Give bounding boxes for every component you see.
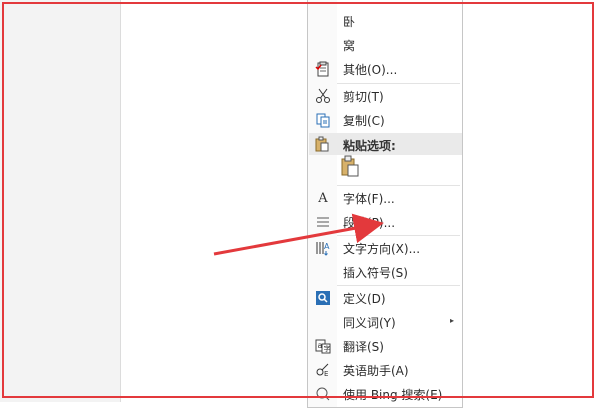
menu-item-label: 同义词(Y) xyxy=(343,316,396,330)
menu-item-label: 复制(C) xyxy=(343,114,385,128)
menu-item-label: 英语助手(A) xyxy=(343,364,409,378)
menu-item-label: 使用 Bing 搜索(E) xyxy=(343,388,443,402)
menu-item-label: 窝 xyxy=(343,39,356,53)
menu-item-label: 剪切(T) xyxy=(343,90,384,104)
menu-item-define[interactable]: 定义(D) xyxy=(308,287,462,309)
paste-keep-source-icon xyxy=(341,155,359,177)
menu-separator xyxy=(337,235,460,236)
menu-item-copy[interactable]: 复制(C) xyxy=(308,109,462,131)
scissors-icon xyxy=(314,88,332,104)
english-helper-icon: E xyxy=(314,362,332,378)
bing-search-icon xyxy=(314,386,332,402)
word-document-window: 卧 卧 窝 其他(O)... 剪切(T) 复制(C) xyxy=(0,0,600,408)
menu-item-label: 段落(P)... xyxy=(343,216,396,230)
menu-item-wo2[interactable]: 窝 xyxy=(308,34,462,56)
menu-item-synonyms[interactable]: 同义词(Y) ▸ xyxy=(308,311,462,333)
menu-item-english-helper[interactable]: E 英语助手(A) xyxy=(308,359,462,381)
svg-text:字: 字 xyxy=(324,344,331,353)
menu-separator xyxy=(337,83,460,84)
paste-icon xyxy=(314,136,332,152)
menu-item-text-direction[interactable]: A 文字方向(X)... xyxy=(308,237,462,259)
svg-text:A: A xyxy=(324,242,330,251)
menu-item-label: 翻译(S) xyxy=(343,340,384,354)
menu-item-partial[interactable]: 卧 xyxy=(308,0,462,3)
menu-item-label: 定义(D) xyxy=(343,292,386,306)
menu-item-label: 卧 xyxy=(343,15,356,29)
submenu-arrow-icon: ▸ xyxy=(449,316,454,325)
menu-item-other[interactable]: 其他(O)... xyxy=(308,58,462,80)
menu-item-font[interactable]: A 字体(F)... xyxy=(308,187,462,209)
menu-item-label: 其他(O)... xyxy=(343,63,398,77)
context-menu: 卧 卧 窝 其他(O)... 剪切(T) 复制(C) xyxy=(307,0,463,408)
menu-item-partial-label: 卧 xyxy=(343,0,355,1)
menu-item-insert-symbol[interactable]: 插入符号(S) xyxy=(308,261,462,283)
text-direction-icon: A xyxy=(314,240,332,256)
menu-item-paragraph[interactable]: 段落(P)... xyxy=(308,211,462,233)
menu-item-cut[interactable]: 剪切(T) xyxy=(308,85,462,107)
menu-item-label: 字体(F)... xyxy=(343,192,395,206)
menu-separator xyxy=(337,285,460,286)
paste-options-label: 粘贴选项: xyxy=(343,139,396,153)
font-icon: A xyxy=(318,190,328,206)
menu-separator xyxy=(337,185,460,186)
left-margin-pane xyxy=(0,0,121,402)
translate-icon: a字 xyxy=(314,338,332,354)
paste-keep-formatting-button[interactable] xyxy=(338,154,362,178)
define-search-icon xyxy=(314,290,332,306)
menu-item-translate[interactable]: a字 翻译(S) xyxy=(308,335,462,357)
paragraph-icon xyxy=(314,214,332,230)
copy-icon xyxy=(314,112,332,128)
clipboard-list-icon xyxy=(314,61,332,77)
svg-text:E: E xyxy=(324,370,328,378)
paste-options-header: 粘贴选项: xyxy=(309,133,462,155)
menu-item-label: 插入符号(S) xyxy=(343,266,408,280)
menu-item-wo1[interactable]: 卧 xyxy=(308,10,462,32)
menu-item-label: 文字方向(X)... xyxy=(343,242,421,256)
